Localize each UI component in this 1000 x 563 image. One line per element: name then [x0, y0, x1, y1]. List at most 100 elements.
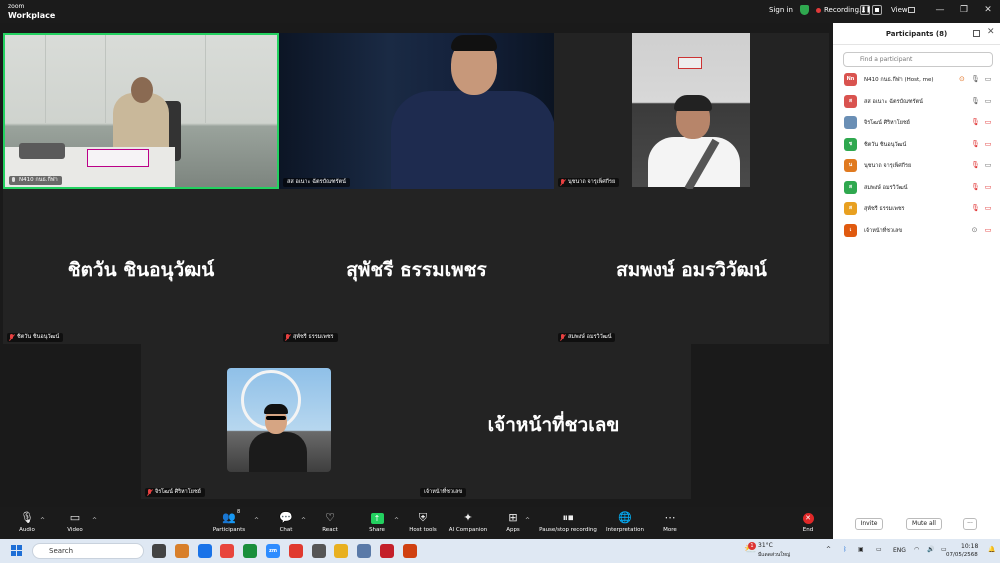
- mic-muted-icon[interactable]: 🎙: [971, 183, 980, 192]
- video-tile-3[interactable]: นุชนาถ จารุเพ็ศกีรย: [554, 33, 829, 189]
- participant-avatar: ส: [844, 94, 857, 108]
- ai-companion-button[interactable]: ✦ AI Companion: [443, 510, 493, 537]
- clock-time[interactable]: 10:18: [961, 543, 978, 550]
- mic-muted-icon[interactable]: 🎙: [971, 161, 980, 170]
- taskbar-app-icon[interactable]: [288, 544, 303, 558]
- taskbar-app-icon[interactable]: [174, 544, 189, 558]
- taskbar-app-icon[interactable]: [402, 544, 417, 558]
- camera-off-icon[interactable]: ▭: [983, 183, 993, 192]
- end-meeting-button[interactable]: ✕ End: [783, 510, 833, 537]
- microphone-icon[interactable]: 🎙: [971, 97, 980, 106]
- end-label: End: [802, 527, 814, 533]
- camera-off-icon[interactable]: ▭: [983, 226, 993, 235]
- participants-options-chevron-icon[interactable]: ^: [254, 517, 259, 524]
- taskbar-app-icon[interactable]: [357, 544, 372, 558]
- participant-name-display: เจ้าหน้าที่ชวเลข: [487, 414, 620, 436]
- react-button[interactable]: ♡ React: [305, 510, 355, 537]
- windows-start-icon[interactable]: [11, 545, 23, 557]
- video-tile-host[interactable]: N410 กนธ.กีฬา: [3, 33, 279, 189]
- taskbar-app-icon[interactable]: [334, 544, 349, 558]
- video-tile-5[interactable]: สุพัชรี ธรรมเพชร สุพัชรี ธรรมเพชร: [279, 189, 554, 344]
- chat-icon: 💬: [279, 511, 293, 524]
- pause-stop-recording-button[interactable]: ⏸⏹ Pause/stop recording: [538, 510, 598, 537]
- video-tile-2[interactable]: สส อเนาะ ฉัตรบัณฑรัตน์: [279, 33, 554, 189]
- participant-row[interactable]: จิรโฒน์ ศิริหาโยชย์ 🎙 ▭: [833, 112, 1000, 133]
- wifi-icon[interactable]: ◠: [914, 546, 919, 553]
- sign-in-link[interactable]: Sign in: [769, 6, 793, 14]
- taskbar-app-icon[interactable]: [311, 544, 326, 558]
- more-label: More: [663, 527, 677, 533]
- taskbar-app-icon[interactable]: [197, 544, 212, 558]
- apps-options-chevron-icon[interactable]: ^: [525, 517, 530, 524]
- camera-off-icon[interactable]: ▭: [983, 118, 993, 127]
- participant-row[interactable]: น นุชนาถ จารุเพ็ศกีรย 🎙 ▭: [833, 155, 1000, 176]
- clock-date[interactable]: 07/05/2568: [946, 552, 978, 558]
- tile-name-text: ชิตวัน ชินอนุวัฒน์: [17, 334, 60, 340]
- title-bar: zoom Workplace Sign in Recording... ❚❚ V…: [0, 0, 1000, 23]
- tray-display-icon[interactable]: ▭: [876, 546, 882, 553]
- profile-photo: [227, 368, 331, 472]
- participants-button[interactable]: 👥 Participants: [204, 510, 254, 537]
- taskbar-app-icon[interactable]: zm: [266, 544, 280, 558]
- apps-button[interactable]: ⊞ Apps: [488, 510, 538, 537]
- video-tile-6[interactable]: สมพงษ์ อมรวิวัฒน์ สมพงษ์ อมรวิวัฒน์: [554, 189, 829, 344]
- close-panel-icon[interactable]: ✕: [987, 27, 995, 37]
- bluetooth-icon[interactable]: ᛒ: [843, 546, 847, 553]
- microphone-icon[interactable]: 🎙: [971, 75, 980, 84]
- participant-name-display: ชิตวัน ชินอนุวัฒน์: [67, 259, 215, 281]
- audio-options-chevron-icon[interactable]: ^: [40, 517, 45, 524]
- restore-button[interactable]: ❐: [957, 3, 971, 17]
- stop-recording-icon[interactable]: [872, 5, 882, 15]
- mic-disabled-icon[interactable]: ⊙: [971, 226, 978, 235]
- video-options-chevron-icon[interactable]: ^: [92, 517, 97, 524]
- video-tile-8[interactable]: เจ้าหน้าที่ชวเลข เจ้าหน้าที่ชวเลข: [416, 344, 691, 499]
- panel-more-button[interactable]: ···: [963, 518, 977, 530]
- tile-name-label: จิรโฒน์ ศิริหาโยชย์: [145, 488, 205, 497]
- grid-view-icon[interactable]: [908, 7, 915, 13]
- video-camera-icon: ▭: [69, 511, 81, 524]
- camera-off-icon[interactable]: ▭: [983, 140, 993, 149]
- mic-muted-icon[interactable]: 🎙: [971, 204, 980, 213]
- shield-icon: ⛨: [418, 511, 428, 524]
- participant-search-input[interactable]: [843, 52, 993, 67]
- camera-icon[interactable]: ▭: [983, 97, 993, 106]
- participant-row[interactable]: ส สมพงษ์ อมรวิวัฒน์ 🎙 ▭: [833, 177, 1000, 198]
- notification-icon[interactable]: 🔔: [988, 546, 995, 553]
- taskbar-app-icon[interactable]: [152, 544, 166, 558]
- ai-companion-label: AI Companion: [448, 527, 488, 533]
- host-tools-button[interactable]: ⛨ Host tools: [398, 510, 448, 537]
- taskbar-search-box[interactable]: Search: [32, 543, 144, 559]
- pop-out-icon[interactable]: [973, 30, 980, 37]
- interpretation-button[interactable]: 🌐 Interpretation: [600, 510, 650, 537]
- minimize-button[interactable]: —: [933, 3, 947, 17]
- participant-row[interactable]: ส สส อเนาะ ฉัตรบัณฑรัตน์ 🎙 ▭: [833, 91, 1000, 112]
- close-window-button[interactable]: ✕: [981, 3, 995, 17]
- language-indicator[interactable]: ENG: [893, 547, 906, 554]
- tile-name-text: สุพัชรี ธรรมเพชร: [293, 334, 334, 340]
- more-button[interactable]: ⋯ More: [645, 510, 695, 537]
- tile-name-label: สมพงษ์ อมรวิวัฒน์: [558, 333, 616, 342]
- taskbar-app-icon[interactable]: [220, 544, 235, 558]
- mic-muted-icon[interactable]: 🎙: [971, 140, 980, 149]
- taskbar-app-icon[interactable]: [243, 544, 258, 558]
- volume-icon[interactable]: 🔊: [927, 546, 934, 553]
- video-tile-7[interactable]: จิรโฒน์ ศิริหาโยชย์: [141, 344, 416, 499]
- participant-row[interactable]: ช ชิตวัน ชินอนุวัฒน์ 🎙 ▭: [833, 134, 1000, 155]
- security-shield-icon[interactable]: [800, 5, 809, 15]
- view-button[interactable]: View: [891, 6, 908, 14]
- participant-row[interactable]: Nn N410 กนธ.กีฬา (Host, me) ⊙ 🎙 ▭: [833, 69, 1000, 90]
- camera-off-icon[interactable]: ▭: [983, 204, 993, 213]
- tray-app-icon[interactable]: ▣: [858, 546, 864, 553]
- camera-icon[interactable]: ▭: [983, 161, 993, 170]
- mute-all-button[interactable]: Mute all: [906, 518, 942, 530]
- taskbar-app-icon[interactable]: [380, 544, 394, 558]
- invite-button[interactable]: Invite: [855, 518, 883, 530]
- tray-chevron-icon[interactable]: ^: [826, 546, 831, 553]
- pause-recording-icon[interactable]: ❚❚: [860, 5, 871, 15]
- mic-muted-icon[interactable]: 🎙: [971, 118, 980, 127]
- end-call-icon: ✕: [802, 513, 814, 524]
- video-tile-4[interactable]: ชิตวัน ชินอนุวัฒน์ ชิตวัน ชินอนุวัฒน์: [3, 189, 279, 344]
- participant-row[interactable]: ส สุพัชรี ธรรมเพชร 🎙 ▭: [833, 198, 1000, 219]
- participant-row[interactable]: เ เจ้าหน้าที่ชวเลข ⊙ ▭: [833, 220, 1000, 241]
- camera-icon[interactable]: ▭: [983, 75, 993, 84]
